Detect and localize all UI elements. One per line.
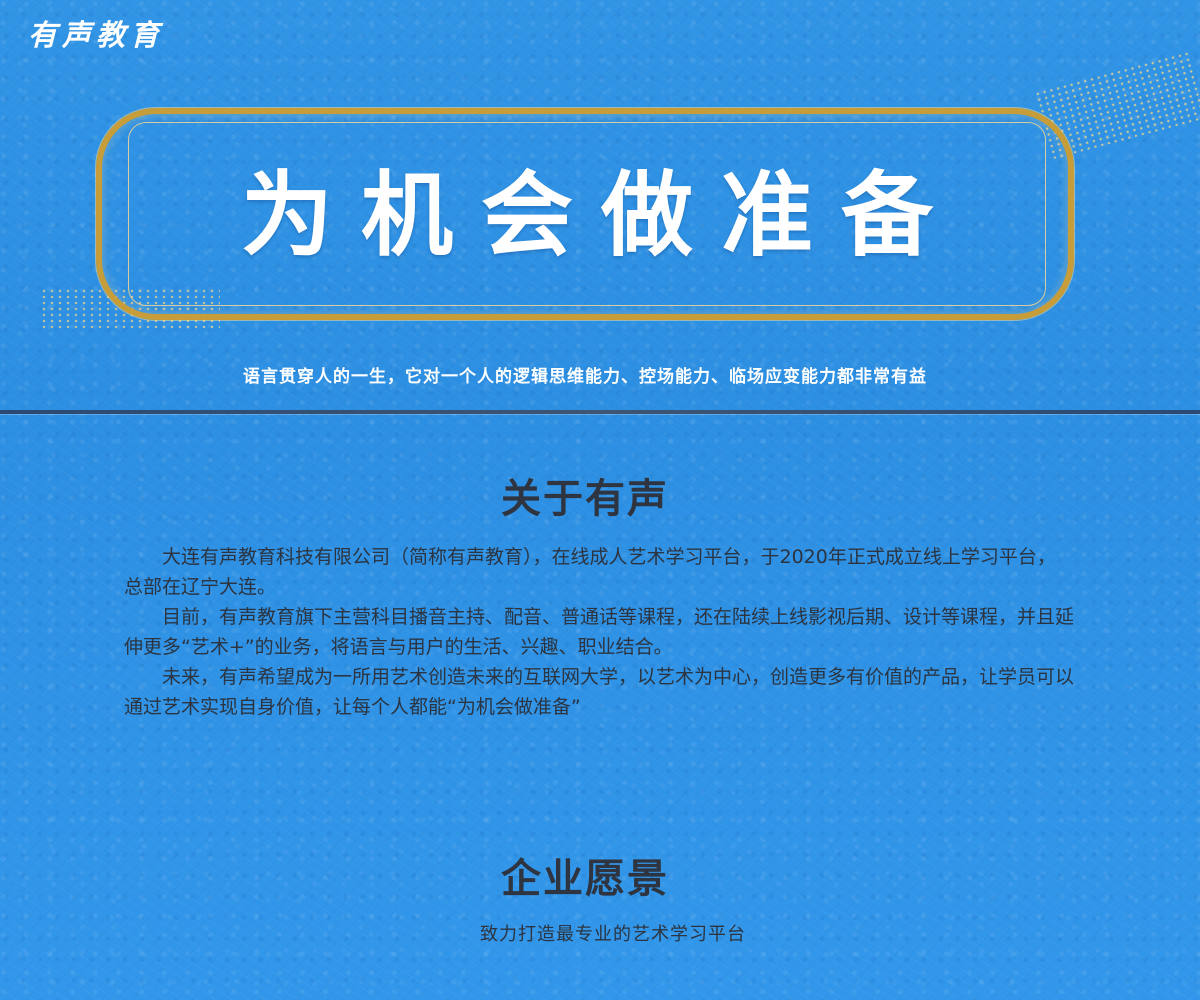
- vision-text: 致力打造最专业的艺术学习平台: [480, 924, 746, 945]
- about-paragraph: 大连有声教育科技有限公司（简称有声教育），在线成人艺术学习平台，于2020年正式…: [124, 546, 1056, 598]
- about-paragraph: 未来，有声希望成为一所用艺术创造未来的互联网大学，以艺术为中心，创造更多有价值的…: [124, 666, 1075, 718]
- about-body: 大连有声教育科技有限公司（简称有声教育），在线成人艺术学习平台，于2020年正式…: [124, 542, 1074, 722]
- hero-title: 为机会做准备: [240, 161, 961, 269]
- about-paragraph: 目前，有声教育旗下主营科目播音主持、配音、普通话等课程，还在陆续上线影视后期、设…: [124, 606, 1075, 658]
- section-divider: [0, 410, 1200, 414]
- vision-heading: 企业愿景: [501, 855, 669, 902]
- brand-logo-text: 有声教育: [28, 18, 165, 52]
- hero-tagline: 语言贯穿人的一生，它对一个人的逻辑思维能力、控场能力、临场应变能力都非常有益: [243, 367, 927, 387]
- about-heading: 关于有声: [501, 475, 669, 522]
